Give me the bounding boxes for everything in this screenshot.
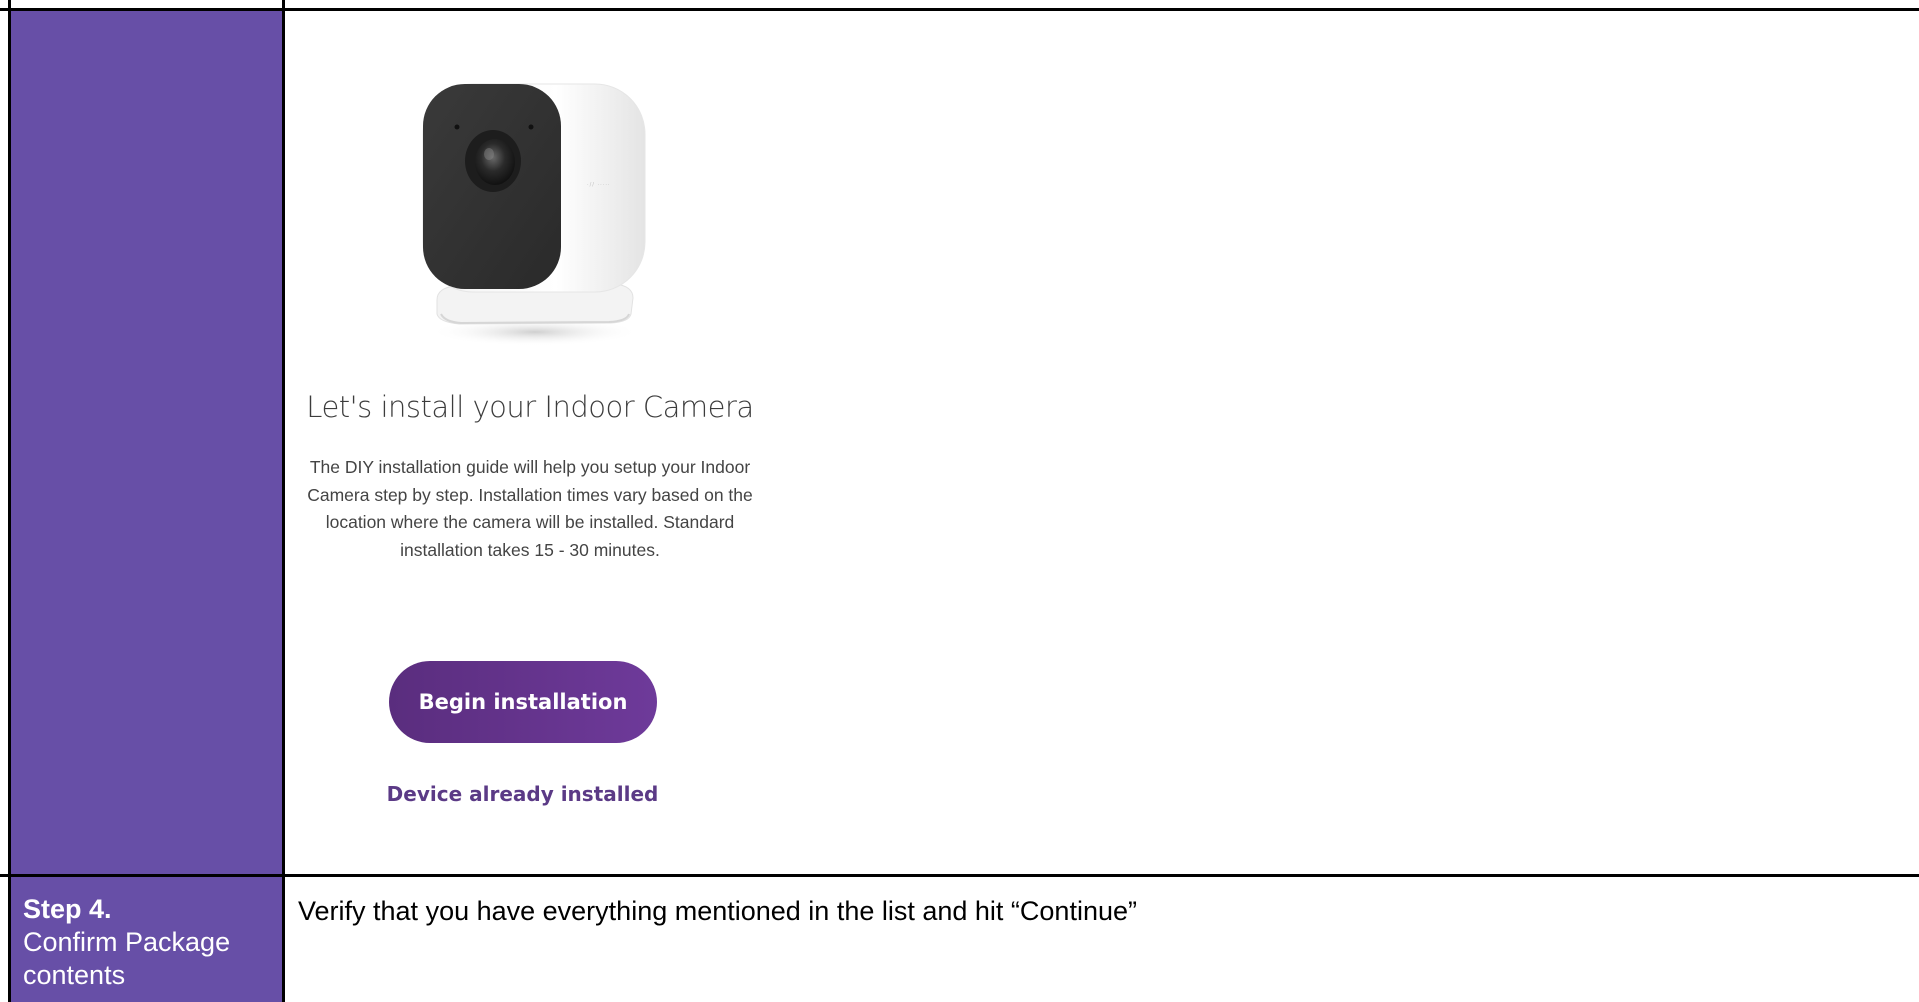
step-instruction: Verify that you have everything mentione… <box>298 896 1137 926</box>
step-label: Step 4. Confirm Package contents <box>23 893 278 992</box>
table-column-divider <box>282 0 285 1002</box>
begin-installation-button[interactable]: Begin installation <box>389 661 657 743</box>
table-border-top <box>0 8 1919 11</box>
svg-text:·// ·····: ·// ····· <box>587 182 611 188</box>
document-page: ·// ····· Let's install your Indoor Came… <box>0 0 1919 1002</box>
step-number: Step 4. <box>23 894 112 924</box>
indoor-camera-image: ·// ····· <box>422 83 646 346</box>
table-border-left <box>8 0 11 1002</box>
step-name: Confirm Package contents <box>23 927 231 990</box>
step-column-top <box>11 11 282 874</box>
install-description: The DIY installation guide will help you… <box>307 457 753 560</box>
install-title: Let's install your Indoor Camera <box>306 390 754 424</box>
table-row-divider <box>0 874 1919 877</box>
device-already-installed-link[interactable]: Device already installed <box>300 782 745 806</box>
